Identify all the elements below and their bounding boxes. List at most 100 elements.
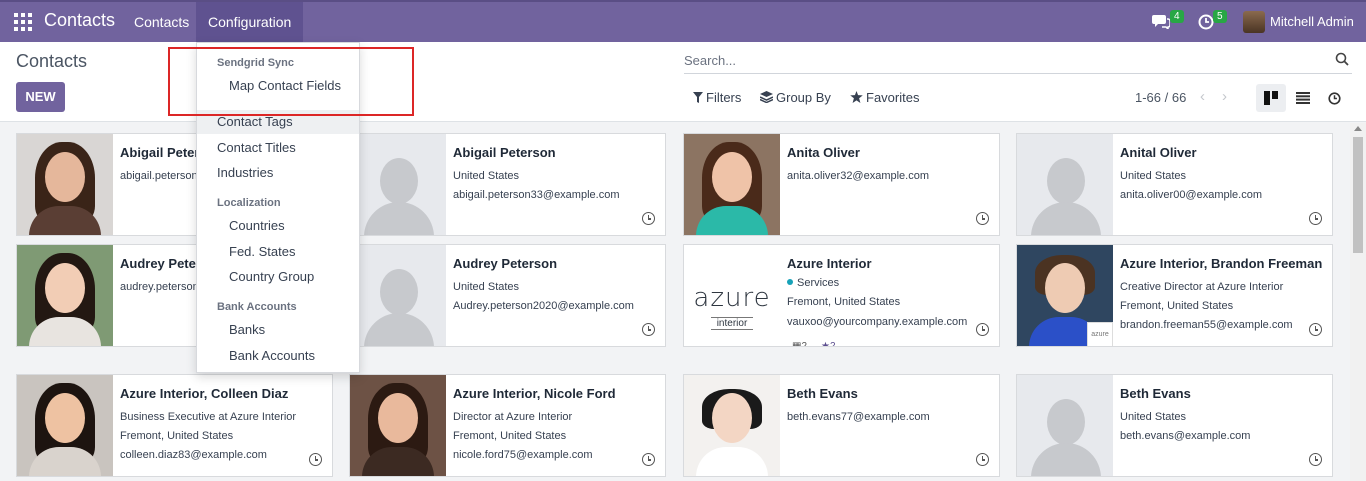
menu-item-country-group[interactable]: Country Group — [197, 265, 359, 289]
pager-value[interactable]: 1-66 / 66 — [1135, 90, 1186, 105]
placeholder-avatar — [350, 134, 446, 235]
section-bank-accounts: Bank Accounts — [217, 301, 297, 313]
activity-clock-icon[interactable] — [642, 323, 655, 336]
pager-next-icon[interactable]: › — [1222, 88, 1227, 105]
meetings-count[interactable]: ▦2 — [792, 341, 807, 346]
activities-badge: 5 — [1213, 10, 1227, 23]
contact-card[interactable]: Anita Oliver anita.oliver32@example.com — [683, 133, 1000, 236]
activity-clock-icon[interactable] — [976, 212, 989, 225]
contact-card[interactable]: Abigail Peterson United States abigail.p… — [349, 133, 666, 236]
scroll-up-icon[interactable] — [1354, 126, 1362, 131]
contact-name: Beth Evans — [787, 386, 858, 401]
contact-card[interactable]: Beth Evans beth.evans77@example.com — [683, 374, 1000, 477]
contact-name: Audrey Peterson — [453, 256, 558, 271]
contact-card[interactable]: Beth Evans United States beth.evans@exam… — [1016, 374, 1333, 477]
contact-country: United States — [1120, 170, 1187, 182]
group-by-label: Group By — [776, 90, 831, 105]
activity-clock-icon[interactable] — [976, 453, 989, 466]
star-icon — [850, 91, 863, 103]
contact-card[interactable]: Azure Interior, Colleen Diaz Business Ex… — [16, 374, 333, 477]
activity-clock-icon[interactable] — [1198, 14, 1214, 30]
contact-name: Abigail Peterson — [453, 145, 556, 160]
menu-item-bank-accounts[interactable]: Bank Accounts — [197, 344, 359, 368]
contact-card[interactable]: azure Azure Interior, Brandon Freeman Cr… — [1016, 244, 1333, 347]
group-by-button[interactable]: Group By — [759, 90, 831, 105]
logo-wordmark: azure — [693, 283, 771, 313]
contact-email: anita.oliver32@example.com — [787, 170, 930, 182]
vertical-scrollbar[interactable] — [1350, 123, 1366, 481]
pager-prev-icon[interactable]: ‹ — [1200, 88, 1205, 105]
contact-name: Azure Interior, Nicole Ford — [453, 386, 616, 401]
top-navbar: Contacts Contacts Configuration 4 5 Mitc… — [0, 0, 1366, 42]
filter-icon — [693, 92, 703, 103]
contact-job-title: Business Executive at Azure Interior — [120, 411, 297, 423]
contact-email: beth.evans@example.com — [1120, 430, 1251, 442]
contact-photo — [684, 134, 780, 235]
contact-location: Fremont, United States — [1120, 300, 1234, 312]
contact-name: Azure Interior — [787, 256, 872, 271]
page-title: Contacts — [16, 51, 88, 71]
activity-clock-icon[interactable] — [1309, 323, 1322, 336]
contact-country: United States — [453, 281, 520, 293]
filters-label: Filters — [706, 90, 742, 105]
placeholder-avatar — [350, 245, 446, 346]
activity-clock-icon[interactable] — [642, 453, 655, 466]
placeholder-avatar — [1017, 375, 1113, 476]
placeholder-avatar — [1017, 134, 1113, 235]
menu-item-countries[interactable]: Countries — [197, 214, 359, 238]
search-input[interactable]: Search... — [684, 50, 1352, 74]
scrollbar-thumb[interactable] — [1353, 137, 1363, 253]
section-localization: Localization — [217, 197, 281, 209]
stars-count[interactable]: ★2 — [821, 341, 836, 347]
search-icon[interactable] — [1335, 52, 1349, 66]
activity-view-button[interactable] — [1319, 84, 1349, 112]
user-name[interactable]: Mitchell Admin — [1270, 14, 1354, 29]
contact-card[interactable]: Anital Oliver United States anita.oliver… — [1016, 133, 1333, 236]
contact-card[interactable]: azure interior Azure Interior Services F… — [683, 244, 1000, 347]
contact-name: Azure Interior, Brandon Freeman — [1120, 256, 1323, 271]
company-badge: azure — [1087, 322, 1113, 346]
favorites-button[interactable]: Favorites — [850, 90, 919, 105]
contact-photo: azure — [1017, 245, 1113, 346]
contact-photo — [17, 134, 113, 235]
menu-contacts[interactable]: Contacts — [122, 2, 201, 42]
menu-item-contact-titles[interactable]: Contact Titles — [197, 136, 359, 160]
red-highlight-annotation — [168, 47, 414, 116]
contact-card[interactable]: Audrey Peterson United States Audrey.pet… — [349, 244, 666, 347]
star-icon: ★ — [821, 341, 830, 347]
list-view-button[interactable] — [1288, 84, 1318, 112]
menu-item-banks[interactable]: Banks — [197, 318, 359, 342]
contact-card[interactable]: Azure Interior, Nicole Ford Director at … — [349, 374, 666, 477]
messages-badge: 4 — [1170, 10, 1184, 23]
kanban-view-button[interactable] — [1256, 84, 1286, 112]
contact-email: Audrey.peterson2020@example.com — [453, 300, 634, 312]
apps-grid-icon[interactable] — [14, 13, 32, 31]
activity-clock-icon[interactable] — [976, 323, 989, 336]
menu-configuration[interactable]: Configuration — [196, 2, 304, 42]
contact-photo — [350, 375, 446, 476]
app-brand[interactable]: Contacts — [44, 10, 115, 31]
contact-photo — [684, 375, 780, 476]
contact-name: Beth Evans — [1120, 386, 1191, 401]
menu-item-industries[interactable]: Industries — [197, 161, 359, 185]
user-avatar[interactable] — [1243, 11, 1265, 33]
filters-button[interactable]: Filters — [693, 90, 741, 105]
kanban-view-icon — [1264, 91, 1278, 105]
activity-clock-icon[interactable] — [642, 212, 655, 225]
contact-name: Anital Oliver — [1120, 145, 1197, 160]
menu-item-fed-states[interactable]: Fed. States — [197, 240, 359, 264]
activity-clock-icon[interactable] — [1309, 453, 1322, 466]
contact-job-title: Director at Azure Interior — [453, 411, 573, 423]
contact-location: Fremont, United States — [453, 430, 567, 442]
contact-email: beth.evans77@example.com — [787, 411, 930, 423]
activity-clock-icon[interactable] — [1309, 212, 1322, 225]
activity-clock-icon[interactable] — [309, 453, 322, 466]
tag-services: Services — [787, 277, 839, 289]
chat-icon[interactable] — [1152, 13, 1170, 29]
contact-email: nicole.ford75@example.com — [453, 449, 593, 461]
contact-name: Azure Interior, Colleen Diaz — [120, 386, 289, 401]
contact-photo — [17, 375, 113, 476]
contact-email: anita.oliver00@example.com — [1120, 189, 1263, 201]
contact-location: Fremont, United States — [787, 296, 901, 308]
new-button[interactable]: NEW — [16, 82, 65, 112]
